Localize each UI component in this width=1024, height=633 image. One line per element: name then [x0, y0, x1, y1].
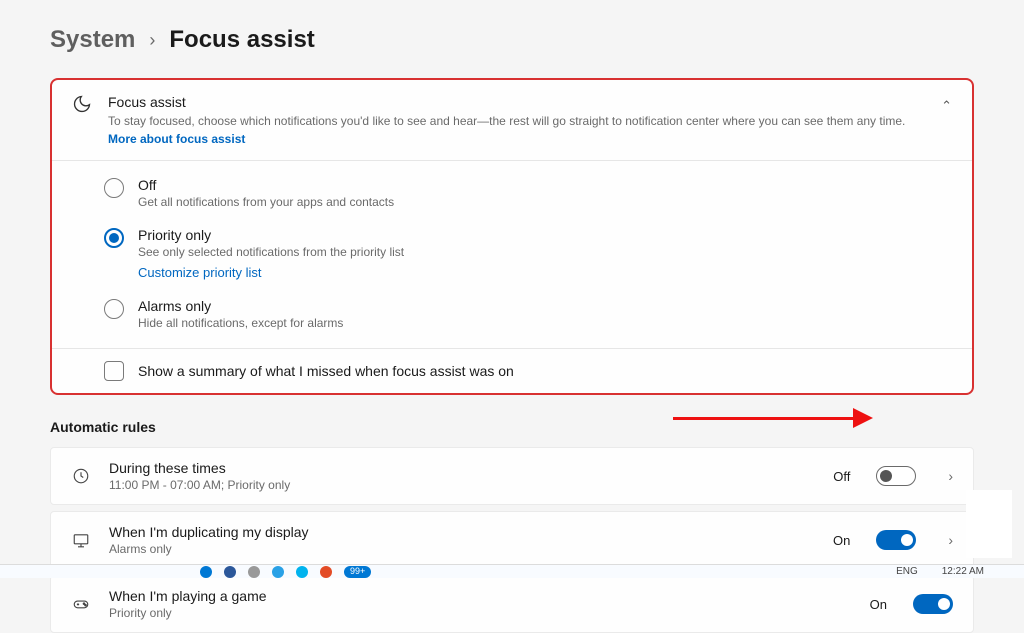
rule-state-label: On [833, 533, 850, 548]
rule-playing-game[interactable]: When I'm playing a game Priority only On [50, 575, 974, 633]
option-alarms-desc: Hide all notifications, except for alarm… [138, 316, 343, 330]
app-icon[interactable] [296, 566, 308, 578]
customize-priority-link[interactable]: Customize priority list [138, 265, 404, 280]
radio-off[interactable] [104, 178, 124, 198]
focus-assist-description: To stay focused, choose which notificati… [108, 112, 915, 148]
option-priority-desc: See only selected notifications from the… [138, 245, 404, 259]
rule-duplicating-display[interactable]: When I'm duplicating my display Alarms o… [50, 511, 974, 569]
radio-alarms[interactable] [104, 299, 124, 319]
option-alarms-title: Alarms only [138, 298, 343, 314]
rule-title: During these times [109, 460, 815, 476]
chevron-right-icon: › [149, 30, 155, 51]
more-about-link[interactable]: More about focus assist [108, 132, 245, 146]
taskbar[interactable]: 99+ ENG 12:22 AM [0, 564, 1024, 578]
summary-checkbox[interactable] [104, 361, 124, 381]
option-priority-only[interactable]: Priority only See only selected notifica… [104, 227, 972, 280]
gamepad-icon [71, 595, 91, 613]
rule-state-label: On [870, 597, 887, 612]
option-off[interactable]: Off Get all notifications from your apps… [104, 177, 972, 209]
focus-assist-panel: Focus assist To stay focused, choose whi… [50, 78, 974, 395]
automatic-rules-heading: Automatic rules [50, 419, 974, 435]
rule-desc: Alarms only [109, 542, 815, 556]
badge[interactable]: 99+ [344, 566, 371, 578]
rule-desc: Priority only [109, 606, 852, 620]
page-title: Focus assist [169, 26, 314, 54]
rule-toggle[interactable] [913, 594, 953, 614]
app-icon[interactable] [248, 566, 260, 578]
rule-desc: 11:00 PM - 07:00 AM; Priority only [109, 478, 815, 492]
breadcrumb: System › Focus assist [50, 26, 974, 54]
chevron-right-icon[interactable]: › [948, 468, 953, 484]
taskbar-clock[interactable]: 12:22 AM [942, 566, 984, 577]
summary-checkbox-label: Show a summary of what I missed when foc… [138, 363, 514, 379]
option-off-desc: Get all notifications from your apps and… [138, 195, 394, 209]
option-off-title: Off [138, 177, 394, 193]
app-icon[interactable] [224, 566, 236, 578]
rule-during-these-times[interactable]: During these times 11:00 PM - 07:00 AM; … [50, 447, 974, 505]
summary-checkbox-row[interactable]: Show a summary of what I missed when foc… [52, 349, 972, 393]
taskbar-language[interactable]: ENG [896, 566, 918, 577]
option-priority-title: Priority only [138, 227, 404, 243]
focus-assist-title: Focus assist [108, 94, 915, 110]
chevron-up-icon[interactable]: ⌃ [941, 98, 952, 114]
focus-mode-options: Off Get all notifications from your apps… [52, 161, 972, 349]
app-icon[interactable] [272, 566, 284, 578]
radio-priority[interactable] [104, 228, 124, 248]
focus-assist-header[interactable]: Focus assist To stay focused, choose whi… [52, 80, 972, 161]
taskbar-apps[interactable]: 99+ [200, 566, 371, 578]
chevron-right-icon[interactable]: › [948, 532, 953, 548]
breadcrumb-parent[interactable]: System [50, 26, 135, 54]
clock-icon [71, 467, 91, 485]
option-alarms-only[interactable]: Alarms only Hide all notifications, exce… [104, 298, 972, 330]
rule-toggle[interactable] [876, 530, 916, 550]
rule-title: When I'm duplicating my display [109, 524, 815, 540]
app-icon[interactable] [320, 566, 332, 578]
moon-icon [72, 94, 92, 117]
app-icon[interactable] [200, 566, 212, 578]
occlusion-patch [966, 490, 1012, 558]
rule-title: When I'm playing a game [109, 588, 852, 604]
rule-toggle[interactable] [876, 466, 916, 486]
monitor-icon [71, 531, 91, 549]
rule-state-label: Off [833, 469, 850, 484]
